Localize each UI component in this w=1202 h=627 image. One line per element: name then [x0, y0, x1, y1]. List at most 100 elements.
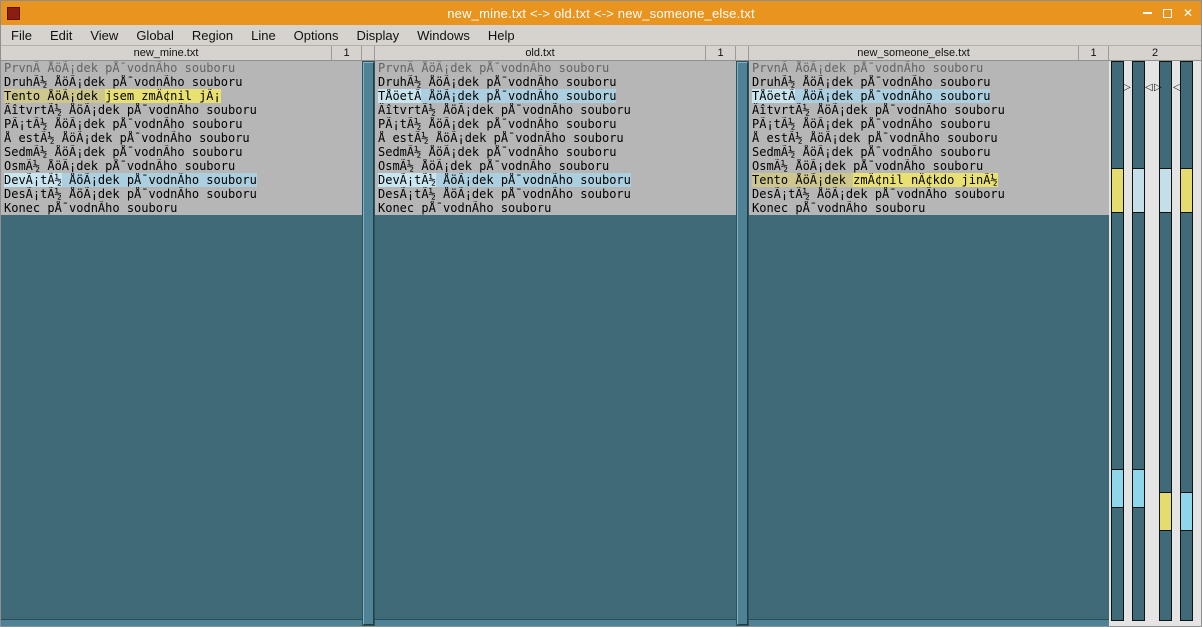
menu-edit[interactable]: Edit	[41, 26, 81, 45]
diff-line[interactable]: Konec pÅ¯vodnÃho souboru	[375, 201, 736, 215]
diff-line[interactable]: OsmÃ½ ÅöÃ¡dek pÅ¯vodnÃho souboru	[1, 159, 362, 173]
menu-options[interactable]: Options	[285, 26, 348, 45]
diff-line[interactable]: OsmÃ½ ÅöÃ¡dek pÅ¯vodnÃho souboru	[375, 159, 736, 173]
diff-line[interactable]: OsmÃ½ ÅöÃ¡dek pÅ¯vodnÃho souboru	[749, 159, 1109, 173]
line-text: ÅöÃ¡dek pÅ¯vodnÃho souboru	[795, 89, 990, 103]
line-text: ÄîtvrtÃ½ ÅöÃ¡dek pÅ¯vodnÃho souboru	[4, 103, 257, 117]
nav-arrow-icon[interactable]: ◁	[1145, 83, 1153, 93]
line-text: PrvnÃ ÅöÃ¡dek pÅ¯vodnÃho souboru	[378, 61, 609, 75]
line-text: OsmÃ½ ÅöÃ¡dek pÅ¯vodnÃho souboru	[378, 159, 609, 173]
diff-line[interactable]: PrvnÃ ÅöÃ¡dek pÅ¯vodnÃho souboru	[749, 61, 1109, 75]
diff-line[interactable]: ÄîtvrtÃ½ ÅöÃ¡dek pÅ¯vodnÃho souboru	[749, 103, 1109, 117]
line-text: Konec pÅ¯vodnÃho souboru	[4, 201, 177, 215]
menu-global[interactable]: Global	[127, 26, 183, 45]
overview-strip-file1[interactable]	[1111, 61, 1124, 621]
diff-line[interactable]: DruhÃ½ ÅöÃ¡dek pÅ¯vodnÃho souboru	[1, 75, 362, 89]
diff-segment	[1133, 168, 1144, 213]
line-text: ÅöÃ¡dek pÅ¯vodnÃho souboru	[421, 89, 616, 103]
pane-2-line-number: 1	[706, 46, 736, 60]
diff-line[interactable]: SedmÃ½ ÅöÃ¡dek pÅ¯vodnÃho souboru	[375, 145, 736, 159]
scrollbar-handle[interactable]	[737, 62, 748, 625]
diff-segment	[1160, 168, 1171, 213]
diff-line[interactable]: PrvnÃ ÅöÃ¡dek pÅ¯vodnÃho souboru	[375, 61, 736, 75]
menu-view[interactable]: View	[81, 26, 127, 45]
line-text: DruhÃ½ ÅöÃ¡dek pÅ¯vodnÃho souboru	[378, 75, 616, 89]
diff-line[interactable]: DruhÃ½ ÅöÃ¡dek pÅ¯vodnÃho souboru	[375, 75, 736, 89]
menu-help[interactable]: Help	[479, 26, 524, 45]
overview-strip-file3[interactable]	[1159, 61, 1172, 621]
diff-line[interactable]: DesÃ¡tÃ½ ÅöÃ¡dek pÅ¯vodnÃho souboru	[1, 187, 362, 201]
diff-segment	[1181, 168, 1192, 213]
diff-line[interactable]: SedmÃ½ ÅöÃ¡dek pÅ¯vodnÃho souboru	[749, 145, 1109, 159]
diff-line[interactable]: Tento ÅöÃ¡dek jsem zmÄ¢nil jÃ¡	[1, 89, 362, 103]
diff-line[interactable]: Konec pÅ¯vodnÃho souboru	[749, 201, 1109, 215]
diff-line[interactable]: DevÃ¡tÃ½ ÅöÃ¡dek pÅ¯vodnÃho souboru	[375, 173, 736, 187]
overview-area: ▷◁▷◁	[1109, 61, 1201, 626]
diff-line[interactable]: ÄîtvrtÃ½ ÅöÃ¡dek pÅ¯vodnÃho souboru	[1, 103, 362, 117]
pane-1-line-number: 1	[332, 46, 362, 60]
line-text: Konec pÅ¯vodnÃho souboru	[378, 201, 551, 215]
vertical-scrollbar[interactable]	[362, 61, 375, 626]
menu-display[interactable]: Display	[347, 26, 408, 45]
horizontal-scrollbar[interactable]	[375, 619, 736, 626]
diff-line[interactable]: Å estÃ½ ÅöÃ¡dek pÅ¯vodnÃho souboru	[1, 131, 362, 145]
diff-line[interactable]: ÄîtvrtÃ½ ÅöÃ¡dek pÅ¯vodnÃho souboru	[375, 103, 736, 117]
diff-line[interactable]: PÃ¡tÃ½ ÅöÃ¡dek pÅ¯vodnÃho souboru	[375, 117, 736, 131]
diff-line[interactable]: DesÃ¡tÃ½ ÅöÃ¡dek pÅ¯vodnÃho souboru	[749, 187, 1109, 201]
header-spacer	[362, 46, 375, 60]
diff-line[interactable]: Å estÃ½ ÅöÃ¡dek pÅ¯vodnÃho souboru	[749, 131, 1109, 145]
close-button[interactable]: ✕	[1183, 7, 1193, 19]
horizontal-scrollbar[interactable]	[749, 619, 1109, 626]
diff-line[interactable]: Konec pÅ¯vodnÃho souboru	[1, 201, 362, 215]
line-text: OsmÃ½ ÅöÃ¡dek pÅ¯vodnÃho souboru	[4, 159, 235, 173]
line-text: jsem zmÄ¢nil jÃ¡	[105, 89, 221, 103]
line-text: OsmÃ½ ÅöÃ¡dek pÅ¯vodnÃho souboru	[752, 159, 983, 173]
diff-line[interactable]: SedmÃ½ ÅöÃ¡dek pÅ¯vodnÃho souboru	[1, 145, 362, 159]
nav-arrow-icon[interactable]: ▷	[1154, 83, 1162, 93]
pane-2-body: PrvnÃ ÅöÃ¡dek pÅ¯vodnÃho souboruDruhÃ½ Å…	[375, 61, 736, 626]
overview-header: 2	[1109, 46, 1201, 60]
titlebar[interactable]: new_mine.txt <-> old.txt <-> new_someone…	[1, 1, 1201, 25]
line-text: SedmÃ½ ÅöÃ¡dek pÅ¯vodnÃho souboru	[4, 145, 242, 159]
line-text: PÃ¡tÃ½ ÅöÃ¡dek pÅ¯vodnÃho souboru	[378, 117, 616, 131]
empty-area	[375, 215, 736, 619]
diff-line[interactable]: DevÃ¡tÃ½ ÅöÃ¡dek pÅ¯vodnÃho souboru	[1, 173, 362, 187]
diff-line[interactable]: DesÃ¡tÃ½ ÅöÃ¡dek pÅ¯vodnÃho souboru	[375, 187, 736, 201]
diff-line[interactable]: DruhÃ½ ÅöÃ¡dek pÅ¯vodnÃho souboru	[749, 75, 1109, 89]
line-text: DruhÃ½ ÅöÃ¡dek pÅ¯vodnÃho souboru	[752, 75, 990, 89]
diff-line[interactable]: PÃ¡tÃ½ ÅöÃ¡dek pÅ¯vodnÃho souboru	[749, 117, 1109, 131]
line-text: DevÃ¡tÃ½	[378, 173, 436, 187]
menu-region[interactable]: Region	[183, 26, 242, 45]
window-controls: ✕	[1143, 1, 1193, 25]
line-text: PrvnÃ ÅöÃ¡dek pÅ¯vodnÃho souboru	[4, 61, 235, 75]
maximize-button[interactable]	[1163, 9, 1172, 18]
diff-segment	[1112, 469, 1123, 508]
diff-line[interactable]: Å estÃ½ ÅöÃ¡dek pÅ¯vodnÃho souboru	[375, 131, 736, 145]
nav-arrow-icon[interactable]: ◁	[1173, 83, 1181, 93]
overview-strip-file2[interactable]	[1132, 61, 1145, 621]
line-text: Konec pÅ¯vodnÃho souboru	[752, 201, 925, 215]
diff-line[interactable]: TÅöetÃ ÅöÃ¡dek pÅ¯vodnÃho souboru	[375, 89, 736, 103]
diff-panes: PrvnÃ ÅöÃ¡dek pÅ¯vodnÃho souboruDruhÃ½ Å…	[1, 61, 1201, 626]
menu-windows[interactable]: Windows	[408, 26, 479, 45]
overview-strip-merged[interactable]	[1180, 61, 1193, 621]
line-text: TÅöetÃ	[752, 89, 795, 103]
vertical-scrollbar[interactable]	[736, 61, 749, 626]
line-text: DesÃ¡tÃ½ ÅöÃ¡dek pÅ¯vodnÃho souboru	[752, 187, 1005, 201]
minimize-button[interactable]	[1143, 12, 1152, 14]
scrollbar-handle[interactable]	[363, 62, 374, 625]
line-text: PÃ¡tÃ½ ÅöÃ¡dek pÅ¯vodnÃho souboru	[752, 117, 990, 131]
diff-segment	[1133, 469, 1144, 508]
diff-line[interactable]: TÅöetÃ ÅöÃ¡dek pÅ¯vodnÃho souboru	[749, 89, 1109, 103]
diff-line[interactable]: PrvnÃ ÅöÃ¡dek pÅ¯vodnÃho souboru	[1, 61, 362, 75]
pane-3-line-number: 1	[1079, 46, 1109, 60]
diff-line[interactable]: PÃ¡tÃ½ ÅöÃ¡dek pÅ¯vodnÃho souboru	[1, 117, 362, 131]
nav-arrow-icon[interactable]: ▷	[1123, 83, 1131, 93]
horizontal-scrollbar[interactable]	[1, 619, 362, 626]
pane-header-row: new_mine.txt1old.txt1new_someone_else.tx…	[1, 46, 1201, 61]
menu-line[interactable]: Line	[242, 26, 285, 45]
diff-line[interactable]: Tento ÅöÃ¡dek zmÄ¢nil nÄ¢kdo jinÃ½	[749, 173, 1109, 187]
line-text: PrvnÃ ÅöÃ¡dek pÅ¯vodnÃho souboru	[752, 61, 983, 75]
diff-segment	[1160, 492, 1171, 531]
menu-file[interactable]: File	[2, 26, 41, 45]
